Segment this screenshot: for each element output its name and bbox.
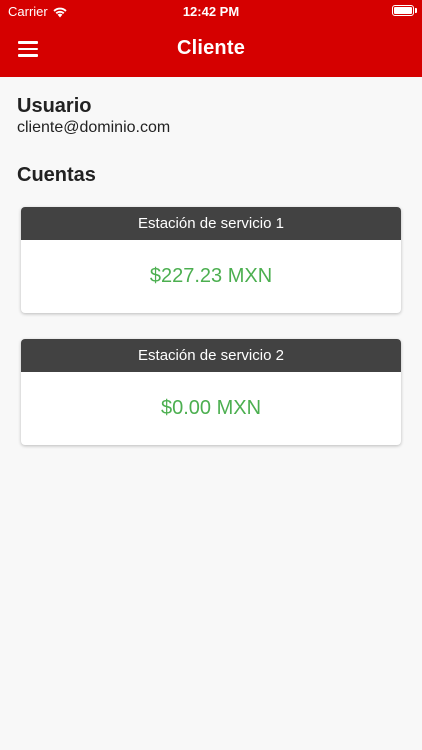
account-card[interactable]: Estación de servicio 2 $0.00 MXN (21, 339, 401, 445)
battery-icon (392, 5, 417, 16)
status-time: 12:42 PM (182, 4, 240, 19)
status-bar: Carrier 12:42 PM (0, 0, 422, 24)
user-section: Usuario cliente@dominio.com (17, 95, 170, 137)
page-title: Cliente (176, 37, 246, 59)
account-name: Estación de servicio 2 (21, 339, 401, 372)
account-card[interactable]: Estación de servicio 1 $227.23 MXN (21, 207, 401, 313)
accounts-title: Cuentas (17, 164, 96, 186)
account-balance: $227.23 MXN (149, 265, 273, 287)
account-balance: $0.00 MXN (160, 397, 262, 419)
user-email: cliente@dominio.com (17, 119, 171, 136)
account-name: Estación de servicio 1 (21, 207, 401, 240)
user-label: Usuario (17, 95, 92, 117)
app-header: Carrier 12:42 PM Cliente (0, 0, 422, 77)
